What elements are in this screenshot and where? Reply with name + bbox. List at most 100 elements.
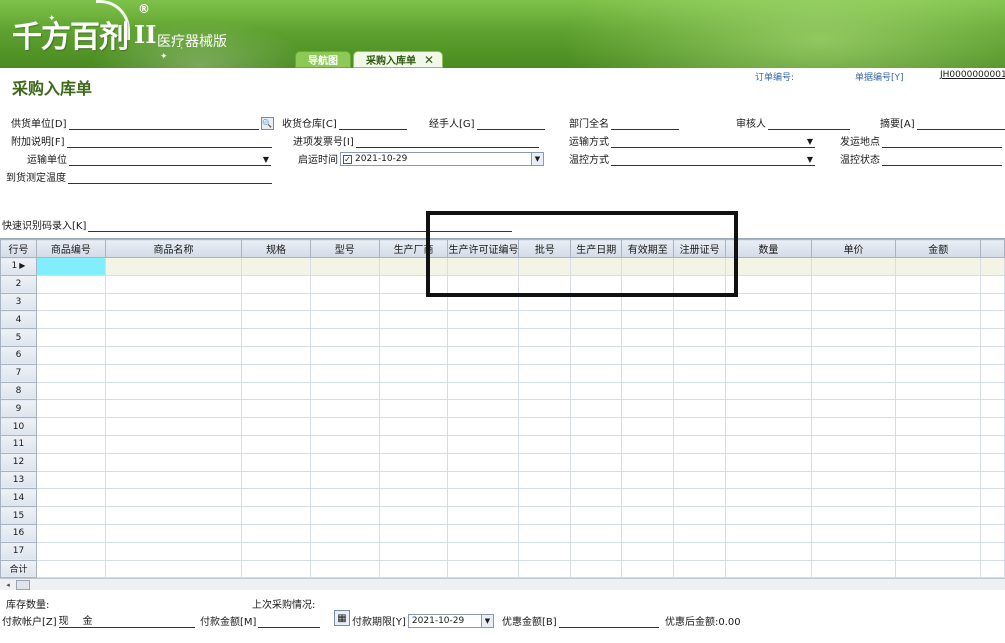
grid-cell[interactable] — [35, 292, 106, 312]
grid-cell[interactable] — [241, 434, 311, 454]
row-number-cell[interactable]: 3 — [0, 292, 37, 312]
carrier-select[interactable]: ▼ — [69, 154, 271, 166]
scrollbar-thumb[interactable] — [16, 580, 30, 590]
grid-cell[interactable] — [447, 345, 520, 365]
row-number-cell[interactable]: 15 — [0, 506, 37, 525]
grid-cell[interactable] — [309, 488, 380, 508]
grid-cell[interactable] — [447, 488, 520, 508]
grid-cell[interactable] — [570, 470, 623, 490]
grid-cell[interactable] — [378, 363, 449, 383]
grid-cell[interactable] — [447, 452, 520, 472]
grid-cell[interactable] — [378, 452, 449, 472]
grid-cell[interactable] — [104, 488, 243, 508]
grid-cell[interactable] — [241, 274, 311, 294]
grid-cell[interactable] — [447, 541, 520, 561]
grid-cell[interactable] — [35, 434, 106, 454]
grid-cell[interactable] — [621, 488, 675, 508]
grid-cell[interactable] — [35, 506, 106, 525]
grid-cell[interactable] — [241, 381, 311, 401]
grid-cell[interactable] — [895, 541, 982, 561]
grid-cell[interactable] — [570, 506, 623, 525]
grid-cell[interactable] — [35, 470, 106, 490]
grid-cell[interactable] — [673, 399, 727, 419]
grid-cell[interactable] — [447, 470, 520, 490]
grid-cell[interactable] — [725, 345, 812, 365]
grid-cell[interactable] — [895, 506, 982, 525]
grid-cell[interactable] — [104, 328, 243, 347]
grid-cell[interactable] — [673, 541, 727, 561]
calculator-icon[interactable]: ▦ — [334, 610, 350, 626]
grid-cell[interactable] — [447, 506, 520, 525]
grid-cell[interactable] — [895, 363, 982, 383]
grid-cell[interactable] — [621, 434, 675, 454]
grid-cell[interactable] — [570, 417, 623, 436]
grid-cell[interactable] — [35, 523, 106, 543]
grid-cell[interactable] — [518, 381, 572, 401]
horizontal-scrollbar[interactable]: ◂ — [0, 578, 1005, 590]
grid-cell[interactable] — [673, 452, 727, 472]
table-row[interactable]: 14 — [0, 488, 1005, 508]
temp-state-input[interactable] — [882, 154, 1002, 166]
grid-cell[interactable] — [241, 345, 311, 365]
pay-term-picker[interactable]: 2021-10-29 ▼ — [407, 614, 494, 628]
table-row[interactable]: 8 — [0, 381, 1005, 401]
reviewer-input[interactable] — [768, 118, 850, 130]
grid-cell[interactable] — [810, 292, 897, 312]
table-row[interactable]: 11 — [0, 434, 1005, 454]
grid-cell[interactable] — [447, 363, 520, 383]
grid-cell[interactable] — [35, 310, 106, 330]
grid-cell[interactable] — [241, 363, 311, 383]
row-number-cell[interactable]: 1 ▶ — [0, 257, 37, 276]
grid-cell[interactable] — [621, 345, 675, 365]
column-header[interactable]: 单价 — [810, 239, 897, 258]
grid-cell[interactable] — [980, 381, 1005, 401]
grid-cell[interactable] — [518, 452, 572, 472]
grid-cell[interactable] — [309, 523, 380, 543]
grid-cell[interactable] — [104, 381, 243, 401]
grid-cell[interactable] — [309, 310, 380, 330]
grid-cell[interactable] — [447, 310, 520, 330]
grid-cell[interactable] — [725, 541, 812, 561]
grid-cell[interactable] — [378, 488, 449, 508]
invoice-input[interactable] — [355, 136, 539, 148]
grid-cell[interactable] — [980, 363, 1005, 383]
grid-cell[interactable] — [104, 417, 243, 436]
grid-cell[interactable] — [980, 488, 1005, 508]
grid-cell[interactable] — [725, 470, 812, 490]
grid-cell[interactable] — [895, 417, 982, 436]
grid-cell[interactable] — [570, 328, 623, 347]
grid-cell[interactable] — [980, 274, 1005, 294]
grid-cell[interactable] — [104, 523, 243, 543]
row-number-cell[interactable]: 16 — [0, 523, 37, 543]
grid-cell[interactable] — [673, 523, 727, 543]
grid-cell[interactable] — [980, 345, 1005, 365]
grid-cell[interactable] — [241, 292, 311, 312]
grid-cell[interactable] — [518, 506, 572, 525]
grid-cell[interactable] — [518, 345, 572, 365]
grid-cell[interactable] — [35, 381, 106, 401]
grid-cell[interactable] — [895, 257, 982, 276]
grid-cell[interactable] — [570, 523, 623, 543]
transport-mode-select[interactable]: ▼ — [611, 136, 815, 148]
row-number-cell[interactable]: 12 — [0, 452, 37, 472]
grid-cell[interactable] — [980, 292, 1005, 312]
tab-purchase-receipt[interactable]: 采购入库单 ✕ — [353, 51, 444, 68]
close-icon[interactable]: ✕ — [424, 53, 434, 67]
row-number-cell[interactable]: 10 — [0, 417, 37, 436]
grid-cell[interactable] — [309, 399, 380, 419]
grid-cell[interactable] — [810, 310, 897, 330]
ship-place-input[interactable] — [882, 136, 1002, 148]
grid-cell[interactable] — [980, 257, 1005, 276]
grid-cell[interactable] — [309, 274, 380, 294]
grid-cell[interactable] — [621, 381, 675, 401]
grid-cell[interactable] — [980, 417, 1005, 436]
grid-cell[interactable] — [895, 470, 982, 490]
row-number-cell[interactable]: 14 — [0, 488, 37, 508]
grid-cell[interactable] — [104, 257, 243, 276]
grid-cell[interactable] — [241, 399, 311, 419]
grid-cell[interactable] — [241, 523, 311, 543]
table-row[interactable]: 15 — [0, 506, 1005, 525]
grid-cell[interactable] — [309, 363, 380, 383]
grid-cell[interactable] — [104, 345, 243, 365]
grid-cell[interactable] — [241, 470, 311, 490]
